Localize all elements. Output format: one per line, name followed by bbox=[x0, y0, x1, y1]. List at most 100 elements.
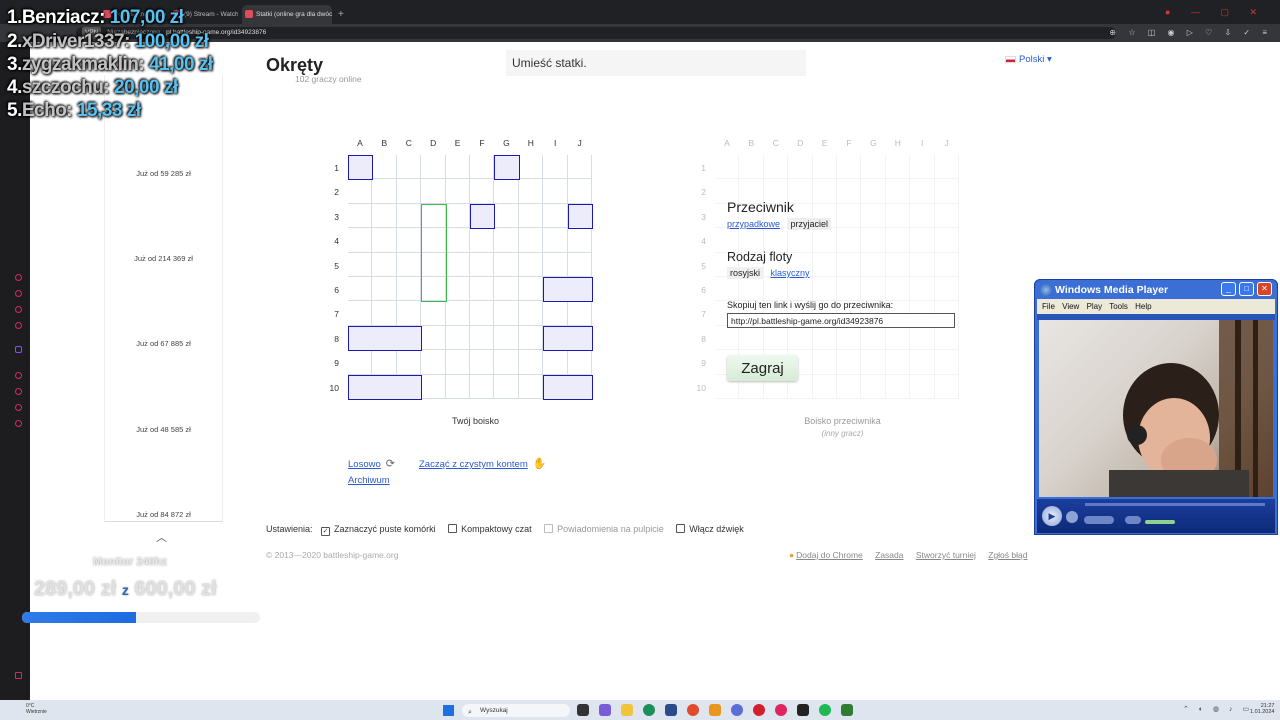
board-cell[interactable] bbox=[861, 350, 886, 375]
board-cell[interactable] bbox=[421, 374, 446, 399]
board-cell[interactable] bbox=[396, 228, 422, 253]
seek-bar[interactable] bbox=[1085, 503, 1265, 506]
board-cell[interactable] bbox=[934, 203, 959, 229]
app-icon[interactable] bbox=[709, 704, 721, 716]
sound-label[interactable]: Włącz dźwięk bbox=[689, 524, 744, 534]
clear-board-link[interactable]: Zacząć z czystym kontem ✋ bbox=[419, 454, 546, 472]
board-cell[interactable] bbox=[396, 301, 422, 326]
opponent-friend-option[interactable]: przyjaciel bbox=[787, 218, 832, 230]
desktop-notifications-label[interactable]: Powiadomienia na pulpicie bbox=[557, 524, 664, 534]
board-cell[interactable] bbox=[372, 203, 397, 229]
board-cell[interactable] bbox=[518, 155, 544, 180]
board-cell[interactable] bbox=[812, 277, 837, 302]
ship[interactable] bbox=[348, 374, 423, 400]
board-cell[interactable] bbox=[861, 155, 886, 180]
board-cell[interactable] bbox=[934, 252, 959, 277]
board-cell[interactable] bbox=[739, 277, 764, 302]
board-cell[interactable] bbox=[861, 228, 886, 253]
footer-link[interactable]: Dodaj do Chrome bbox=[796, 550, 863, 560]
board-cell[interactable] bbox=[910, 228, 935, 253]
board-cell[interactable] bbox=[445, 179, 470, 204]
board-cell[interactable] bbox=[396, 155, 422, 180]
board-cell[interactable] bbox=[837, 277, 862, 302]
ship[interactable] bbox=[348, 155, 374, 181]
board-cell[interactable] bbox=[812, 374, 837, 399]
footer-link[interactable]: Stworzyć turniej bbox=[916, 550, 976, 560]
archive-link[interactable]: Archiwum bbox=[348, 475, 390, 486]
url-field[interactable]: VPN Niezabezpieczona pl.battleship-game.… bbox=[76, 27, 1116, 39]
ship[interactable] bbox=[543, 325, 593, 352]
board-cell[interactable] bbox=[837, 325, 862, 351]
mark-empty-checkbox[interactable]: ✓ bbox=[321, 527, 331, 536]
board-cell[interactable] bbox=[372, 301, 397, 326]
window-controls[interactable]: ● — ▢ ✕ bbox=[1165, 7, 1266, 18]
board-cell[interactable] bbox=[788, 228, 813, 253]
app-icon[interactable] bbox=[797, 704, 809, 716]
board-cell[interactable] bbox=[567, 350, 592, 375]
opera-icon[interactable] bbox=[753, 704, 765, 716]
board-cell[interactable] bbox=[763, 228, 789, 253]
board-cell[interactable] bbox=[837, 228, 862, 253]
board-cell[interactable] bbox=[885, 277, 911, 302]
taskbar-search[interactable]: ⌕ Wyszukaj bbox=[462, 704, 570, 717]
minimize-button[interactable]: _ bbox=[1221, 282, 1236, 296]
board-cell[interactable] bbox=[567, 301, 592, 326]
board-cell[interactable] bbox=[470, 374, 495, 399]
chevron-up-icon[interactable]: ︿ bbox=[156, 529, 167, 545]
sidebar-app-icon[interactable] bbox=[15, 388, 22, 395]
board-cell[interactable] bbox=[788, 155, 813, 180]
fleet-classic-option[interactable]: klasyczny bbox=[771, 268, 810, 278]
board-cell[interactable] bbox=[910, 277, 935, 302]
board-cell[interactable] bbox=[348, 277, 373, 302]
board-cell[interactable] bbox=[715, 228, 740, 253]
ad-price[interactable]: Już od 48 585 zł bbox=[104, 425, 223, 434]
board-cell[interactable] bbox=[934, 228, 959, 253]
board-cell[interactable] bbox=[543, 155, 568, 180]
board-cell[interactable] bbox=[861, 179, 886, 204]
play-button[interactable]: Zagraj bbox=[727, 355, 798, 381]
volume-slider[interactable] bbox=[1145, 520, 1175, 524]
board-cell[interactable] bbox=[812, 252, 837, 277]
menu-file[interactable]: File bbox=[1042, 302, 1055, 311]
board-cell[interactable] bbox=[837, 374, 862, 399]
windows-start-icon[interactable] bbox=[443, 705, 454, 716]
board-cell[interactable] bbox=[396, 179, 422, 204]
board-cell[interactable] bbox=[543, 228, 568, 253]
board-cell[interactable] bbox=[421, 301, 446, 326]
board-cell[interactable] bbox=[543, 203, 568, 229]
menu-tools[interactable]: Tools bbox=[1109, 302, 1128, 311]
settings-icon[interactable] bbox=[15, 420, 22, 427]
board-cell[interactable] bbox=[812, 325, 837, 351]
board-cell[interactable] bbox=[910, 350, 935, 375]
board-cell[interactable] bbox=[470, 228, 495, 253]
board-cell[interactable] bbox=[910, 179, 935, 204]
board-cell[interactable] bbox=[518, 325, 544, 351]
board-cell[interactable] bbox=[372, 155, 397, 180]
board-cell[interactable] bbox=[518, 252, 544, 277]
sidebar-app-icon[interactable] bbox=[15, 322, 22, 329]
board-cell[interactable] bbox=[445, 252, 470, 277]
board-cell[interactable] bbox=[470, 179, 495, 204]
play-icon[interactable]: ▶ bbox=[1042, 506, 1062, 526]
board-cell[interactable] bbox=[518, 179, 544, 204]
mark-empty-label[interactable]: Zaznaczyć puste komórki bbox=[334, 524, 436, 534]
board-cell[interactable] bbox=[837, 179, 862, 204]
board-cell[interactable] bbox=[518, 228, 544, 253]
file-explorer-icon[interactable] bbox=[621, 704, 633, 716]
board-cell[interactable] bbox=[470, 325, 495, 351]
board-cell[interactable] bbox=[885, 179, 911, 204]
board-cell[interactable] bbox=[567, 228, 592, 253]
board-cell[interactable] bbox=[739, 325, 764, 351]
board-cell[interactable] bbox=[543, 179, 568, 204]
mute-icon[interactable] bbox=[1125, 516, 1141, 524]
board-cell[interactable] bbox=[348, 203, 373, 229]
board-cell[interactable] bbox=[885, 203, 911, 229]
new-tab-button[interactable]: + bbox=[338, 9, 344, 20]
ship[interactable] bbox=[543, 374, 593, 400]
board-cell[interactable] bbox=[910, 203, 935, 229]
board-cell[interactable] bbox=[837, 203, 862, 229]
board-cell[interactable] bbox=[470, 301, 495, 326]
ship[interactable] bbox=[470, 203, 496, 230]
maximize-button[interactable]: □ bbox=[1239, 282, 1254, 296]
board-cell[interactable] bbox=[934, 374, 959, 399]
